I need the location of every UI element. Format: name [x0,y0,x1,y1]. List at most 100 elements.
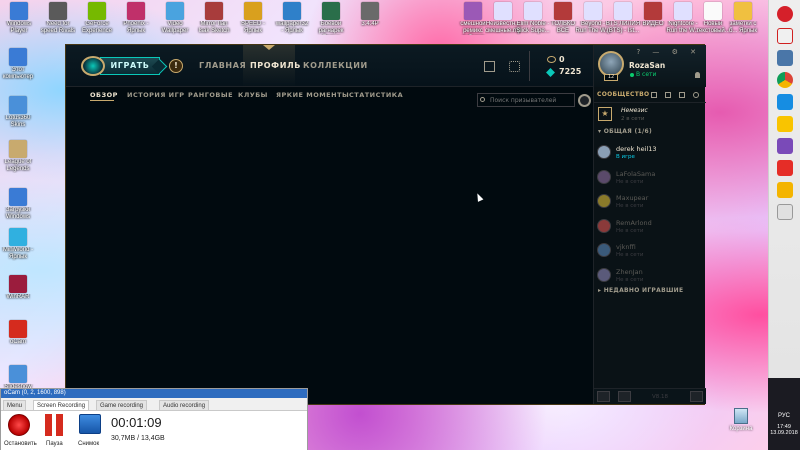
desktop-left-icon-item[interactable]: Lotus360 Skins [0,96,36,129]
desktop-top-icon-item[interactable]: wallpaper32 - Ярлык [274,2,310,35]
social-panel: ? — ⚙ ✕ 12 RozaSan В сети СООБЩЕСТВО ★ Н… [593,45,706,404]
subnav-highlights[interactable]: ЯРКИЕ МОМЕНТЫ [276,91,349,99]
yandex-icon[interactable] [776,28,793,44]
nemesis-status: 2 в сети [621,116,645,122]
desktop-top-icon-item[interactable]: GeForce Experience [79,2,115,35]
friends-group-header[interactable]: ▾ ОБЩАЯ (1/6) [598,128,652,135]
loot-icon[interactable] [509,61,520,72]
nemesis-row[interactable]: ★ Немезис 2 в сети [598,107,702,125]
ocam-title[interactable]: oCam (0, 2, 1600, 898) [1,389,307,398]
ocam-tab-game-recording[interactable]: Game recording [96,400,148,410]
tab-profile[interactable]: ПРОФИЛЬ [250,61,301,87]
mail-icon[interactable] [776,94,793,110]
friend-list-item[interactable]: vjknffi Не в сети [597,241,703,265]
app-icon [166,2,184,20]
camera-icon[interactable] [776,138,793,154]
friend-avatar [597,194,611,208]
add-friend-icon[interactable] [651,92,657,98]
clock-date: 13.09.2018 [770,430,798,436]
store-icon[interactable] [484,61,495,72]
riot-points-value: 0 [559,55,565,64]
news-icon[interactable] [776,204,793,220]
desktop-left-icon-item[interactable]: MiniWorld - Ярлык [0,228,36,261]
gear-icon[interactable] [578,94,591,107]
friend-list-item[interactable]: Maxupear Не в сети [597,192,703,216]
app-icon [10,2,28,20]
missions-icon[interactable] [618,391,631,402]
desktop-top-icon-item[interactable]: Phoenix - Ярлык [118,2,154,35]
desktop-top-icon-item[interactable]: 3.4.4P [352,2,388,35]
app-icon [127,2,145,20]
ocam-tab-audio-recording[interactable]: Audio recording [159,400,210,410]
add-folder-icon[interactable] [665,92,671,98]
desktop-icon-label: Video Wallpaper [161,21,189,34]
subnav-stats[interactable]: СТАТИСТИКА [349,91,403,99]
list-view-icon[interactable] [679,92,685,98]
desktop-top-icon-item[interactable]: SPEED - Ярлык [235,2,271,35]
opera-icon[interactable] [776,6,793,22]
league-logo-icon[interactable] [81,56,105,76]
chat-icon[interactable] [597,391,610,402]
snapshot-label: Снимок [78,441,100,447]
desktop-left-icon-item[interactable]: WinRAR [0,275,36,308]
app-icon [524,2,542,20]
search-friends-icon[interactable] [693,92,699,98]
maps-icon[interactable] [776,182,793,198]
friend-name: LaFolaSama [616,169,656,178]
subnav-ranked[interactable]: РАНГОВЫЕ [188,91,233,99]
desktop-icon-label: wallpaper32 - Ярлык [275,21,309,34]
desktop-left-icon-item[interactable]: Загрузки Windows [0,188,36,221]
summoner-search-input[interactable] [477,93,575,107]
window-controls[interactable]: ? — ⚙ ✕ [636,48,701,56]
notification-coin-icon[interactable]: ! [169,59,183,73]
recording-time: 00:01:09 [111,415,162,430]
tray-language[interactable]: РУС [768,413,800,419]
bell-icon[interactable] [695,72,700,78]
desktop-icon-label: Mirror Ilan Isak Sketch [198,21,230,34]
desktop-top-icon-item[interactable]: Mirror Ilan Isak Sketch [196,2,232,35]
tab-collection[interactable]: КОЛЛЕКЦИИ [303,61,368,87]
friend-list-item[interactable]: RemArlond Не в сети [597,217,703,241]
report-icon[interactable] [690,391,703,402]
desktop-left-icon-item[interactable]: League of Legends [0,140,36,173]
desktop-left-icon-item[interactable]: oCam [0,320,36,353]
summoner-name[interactable]: RozaSan [629,61,665,70]
online-dot-icon [630,72,634,77]
youtube-icon[interactable] [776,160,793,176]
friend-list-item[interactable]: derek heil13 В игре [597,143,703,167]
stop-record-button[interactable] [8,414,30,436]
taskbar-clock[interactable]: 17:49 13.09.2018 [768,424,800,436]
vk-icon[interactable] [776,50,793,66]
app-icon [674,2,692,20]
desktop-top-icon-item[interactable]: Video Wallpaper [157,2,193,35]
recycle-bin-label: Корзина [729,426,753,432]
desktop-icon-label: League of Legends [4,159,32,172]
play-button[interactable]: ИГРАТЬ [100,57,160,75]
recently-played-header[interactable]: ▸ НЕДАВНО ИГРАВШИЕ [598,287,683,294]
desktop-top-icon-item[interactable]: Need for speed Rivals [40,2,76,35]
desktop-left-icon-item[interactable]: Этот компьютер [0,48,36,81]
desktop-file-icon-item[interactable]: заметки с б... Ярлык [725,2,761,35]
desktop-top-icon-item[interactable]: Windows Player [1,2,37,35]
recycle-bin[interactable]: Корзина [726,408,756,432]
friend-avatar [597,169,611,184]
app-icon [361,2,379,20]
ocam-tab-menu[interactable]: Menu [3,400,27,410]
app-icon [9,96,27,114]
summoner-status[interactable]: В сети [630,71,656,78]
friend-list-item[interactable]: LaFolaSama Не в сети [597,168,703,192]
friend-name: RemArlond [616,218,652,227]
chrome-icon[interactable] [776,72,793,88]
desktop-icon-label: Windows Player [6,21,32,34]
friend-list-item[interactable]: ZhenJan Не в сети [597,266,703,290]
pause-button[interactable] [44,414,64,436]
subnav-clubs[interactable]: КЛУБЫ [238,91,268,99]
ocam-tab-screen-recording[interactable]: Screen Recording [33,400,90,410]
desktop-icon-label: Lotus360 Skins [5,115,31,128]
subnav-overview[interactable]: ОБЗОР [90,91,118,99]
tab-home[interactable]: ГЛАВНАЯ [199,61,246,87]
desktop-top-icon-item[interactable]: Боевой рагнарек Ярлык [313,2,349,35]
music-icon[interactable] [776,116,793,132]
subnav-match-history[interactable]: ИСТОРИЯ ИГР [127,91,185,99]
snapshot-button[interactable] [79,414,101,434]
